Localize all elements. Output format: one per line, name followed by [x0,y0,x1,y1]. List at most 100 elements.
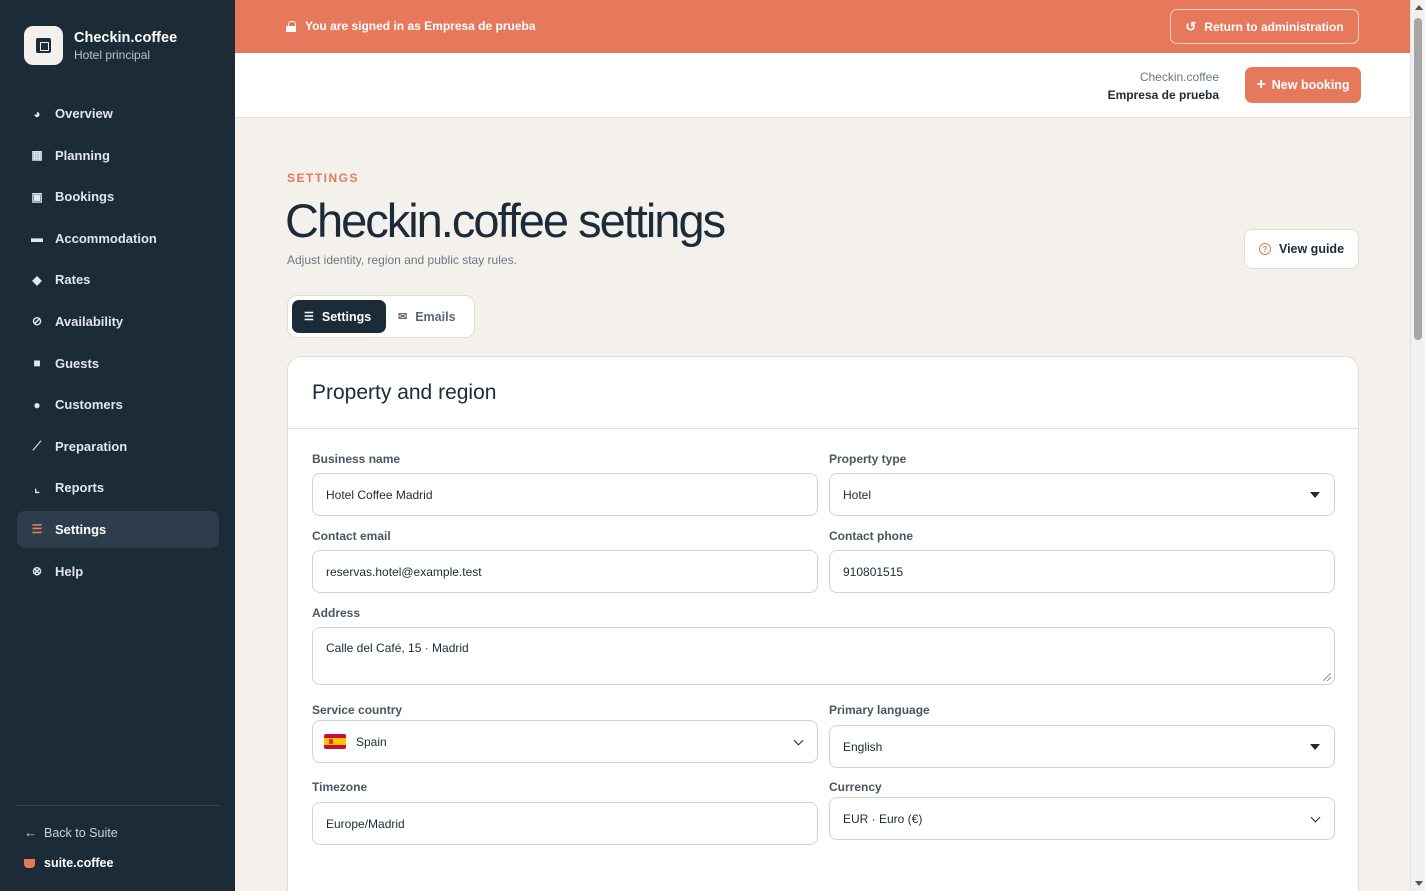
sidebar: Checkin.coffee Hotel principal ◕ Overvie… [0,0,235,891]
page-eyebrow: SETTINGS [287,171,360,185]
suite-brand[interactable]: suite.coffee [24,856,113,870]
coffee-cup-icon [24,858,35,868]
timezone-label: Timezone [312,780,368,794]
chevron-down-icon [793,735,804,746]
broom-icon: ⟋ [32,438,42,453]
sidebar-item-label: Accommodation [55,230,157,246]
tab-label: Emails [415,309,456,324]
scroll-down-icon[interactable] [1415,881,1423,886]
users-icon: ● [33,397,41,412]
sidebar-item-rates[interactable]: ◆ Rates [17,261,219,298]
sidebar-item-label: Customers [55,397,123,413]
bed-icon: ▬ [31,231,43,246]
return-to-administration-button[interactable]: ↺ Return to administration [1170,9,1359,44]
service-country-select[interactable]: Spain [312,720,818,763]
view-guide-label: View guide [1278,242,1345,256]
property-region-card: Property and region Business name Hotel … [287,356,1359,891]
business-name-value: Hotel Coffee Madrid [326,487,433,502]
banner-text: You are signed in as Empresa de prueba [305,19,536,33]
sidebar-item-label: Planning [55,147,110,163]
sidebar-item-bookings[interactable]: ▣ Bookings [17,178,219,215]
user-lock-icon [286,20,296,32]
resize-handle-icon[interactable] [1323,673,1331,681]
tab-emails[interactable]: ✉ Emails [386,300,468,333]
property-type-value: Hotel [843,487,872,502]
sidebar-item-reports[interactable]: ⌞ Reports [17,469,219,506]
address-value: Calle del Café, 15 · Madrid [326,641,469,655]
sidebar-item-label: Availability [55,313,124,329]
sidebar-item-planning[interactable]: ▦ Planning [17,137,219,174]
sliders-icon: ☰ [31,522,43,537]
service-country-label: Service country [312,703,403,717]
caret-down-icon [1310,744,1320,750]
contact-email-value: reservas.hotel@example.test [326,564,482,579]
timezone-value: Europe/Madrid [326,816,405,831]
sidebar-divider [17,805,219,806]
arrow-left-icon: ← [24,825,37,840]
contact-phone-label: Contact phone [829,529,913,543]
sidebar-item-settings[interactable]: ☰ Settings [17,510,219,548]
page-subtitle: Adjust identity, region and public stay … [287,253,517,267]
banner-message: You are signed in as Empresa de prueba [286,19,536,33]
scroll-up-icon[interactable] [1415,5,1423,10]
sidebar-item-accommodation[interactable]: ▬ Accommodation [17,220,219,257]
sidebar-item-availability[interactable]: ⊘ Availability [17,303,219,340]
contact-phone-input[interactable]: 910801515 [829,550,1335,593]
contact-phone-value: 910801515 [843,564,904,579]
suitcase-icon: ■ [33,356,41,371]
primary-language-label: Primary language [829,703,930,717]
business-name-input[interactable]: Hotel Coffee Madrid [312,473,818,516]
brand-subtitle: Hotel principal [74,47,151,62]
sidebar-item-customers[interactable]: ● Customers [17,386,219,423]
account-brand: Checkin.coffee [1139,70,1219,84]
address-label: Address [312,606,361,620]
sidebar-item-overview[interactable]: ◕ Overview [17,95,219,132]
sidebar-item-help[interactable]: ⊗ Help [17,553,219,590]
new-booking-label: New booking [1271,78,1350,92]
sidebar-item-label: Bookings [55,189,115,205]
scrollbar-thumb[interactable] [1414,18,1422,340]
suite-brand-label: suite.coffee [44,856,114,870]
new-booking-button[interactable]: + New booking [1245,67,1361,103]
plus-icon: + [1256,76,1266,93]
property-type-label: Property type [829,452,907,466]
timezone-input[interactable]: Europe/Madrid [312,802,818,845]
primary-language-value: English [843,739,883,754]
sidebar-item-preparation[interactable]: ⟋ Preparation [17,428,219,465]
currency-label: Currency [829,780,882,794]
view-guide-button[interactable]: ? View guide [1244,229,1359,269]
settings-tabs: ☰ Settings ✉ Emails [287,295,475,338]
sidebar-item-label: Reports [55,480,105,496]
sidebar-item-label: Preparation [55,438,128,454]
return-label: Return to administration [1204,19,1344,34]
currency-value: EUR · Euro (€) [843,811,923,826]
sidebar-item-guests[interactable]: ■ Guests [17,345,219,382]
pie-chart-icon: ◕ [33,106,41,121]
contact-email-input[interactable]: reservas.hotel@example.test [312,550,818,593]
sidebar-item-label: Help [55,563,84,579]
tab-settings[interactable]: ☰ Settings [292,300,386,333]
address-textarea[interactable]: Calle del Café, 15 · Madrid [312,627,1335,685]
impersonation-banner: You are signed in as Empresa de prueba ↺… [235,0,1410,53]
brand-title: Checkin.coffee [74,29,178,46]
property-type-select[interactable]: Hotel [829,473,1335,516]
question-circle-icon: ? [1258,243,1271,255]
account-company: Empresa de prueba [1107,88,1219,102]
contact-email-label: Contact email [312,529,391,543]
hotel-logo-icon [24,26,63,65]
brand[interactable]: Checkin.coffee Hotel principal [24,26,177,65]
back-to-suite-link[interactable]: ← Back to Suite [24,825,118,840]
calendar-check-icon: ▣ [31,189,43,204]
primary-language-select[interactable]: English [829,725,1335,768]
page-title: Checkin.coffee settings [285,194,726,247]
back-to-suite-label: Back to Suite [44,825,118,840]
caret-down-icon [1310,492,1320,498]
sidebar-item-label: Overview [55,106,113,121]
currency-select[interactable]: EUR · Euro (€) [829,797,1335,840]
topbar: Checkin.coffee Empresa de prueba + New b… [235,53,1410,118]
page-scrollbar[interactable] [1410,0,1425,891]
sidebar-nav: ◕ Overview ▦ Planning ▣ Bookings ▬ Accom… [17,95,219,594]
sliders-icon: ☰ [304,311,314,323]
sidebar-item-label: Rates [55,272,91,288]
tab-label: Settings [321,309,372,324]
